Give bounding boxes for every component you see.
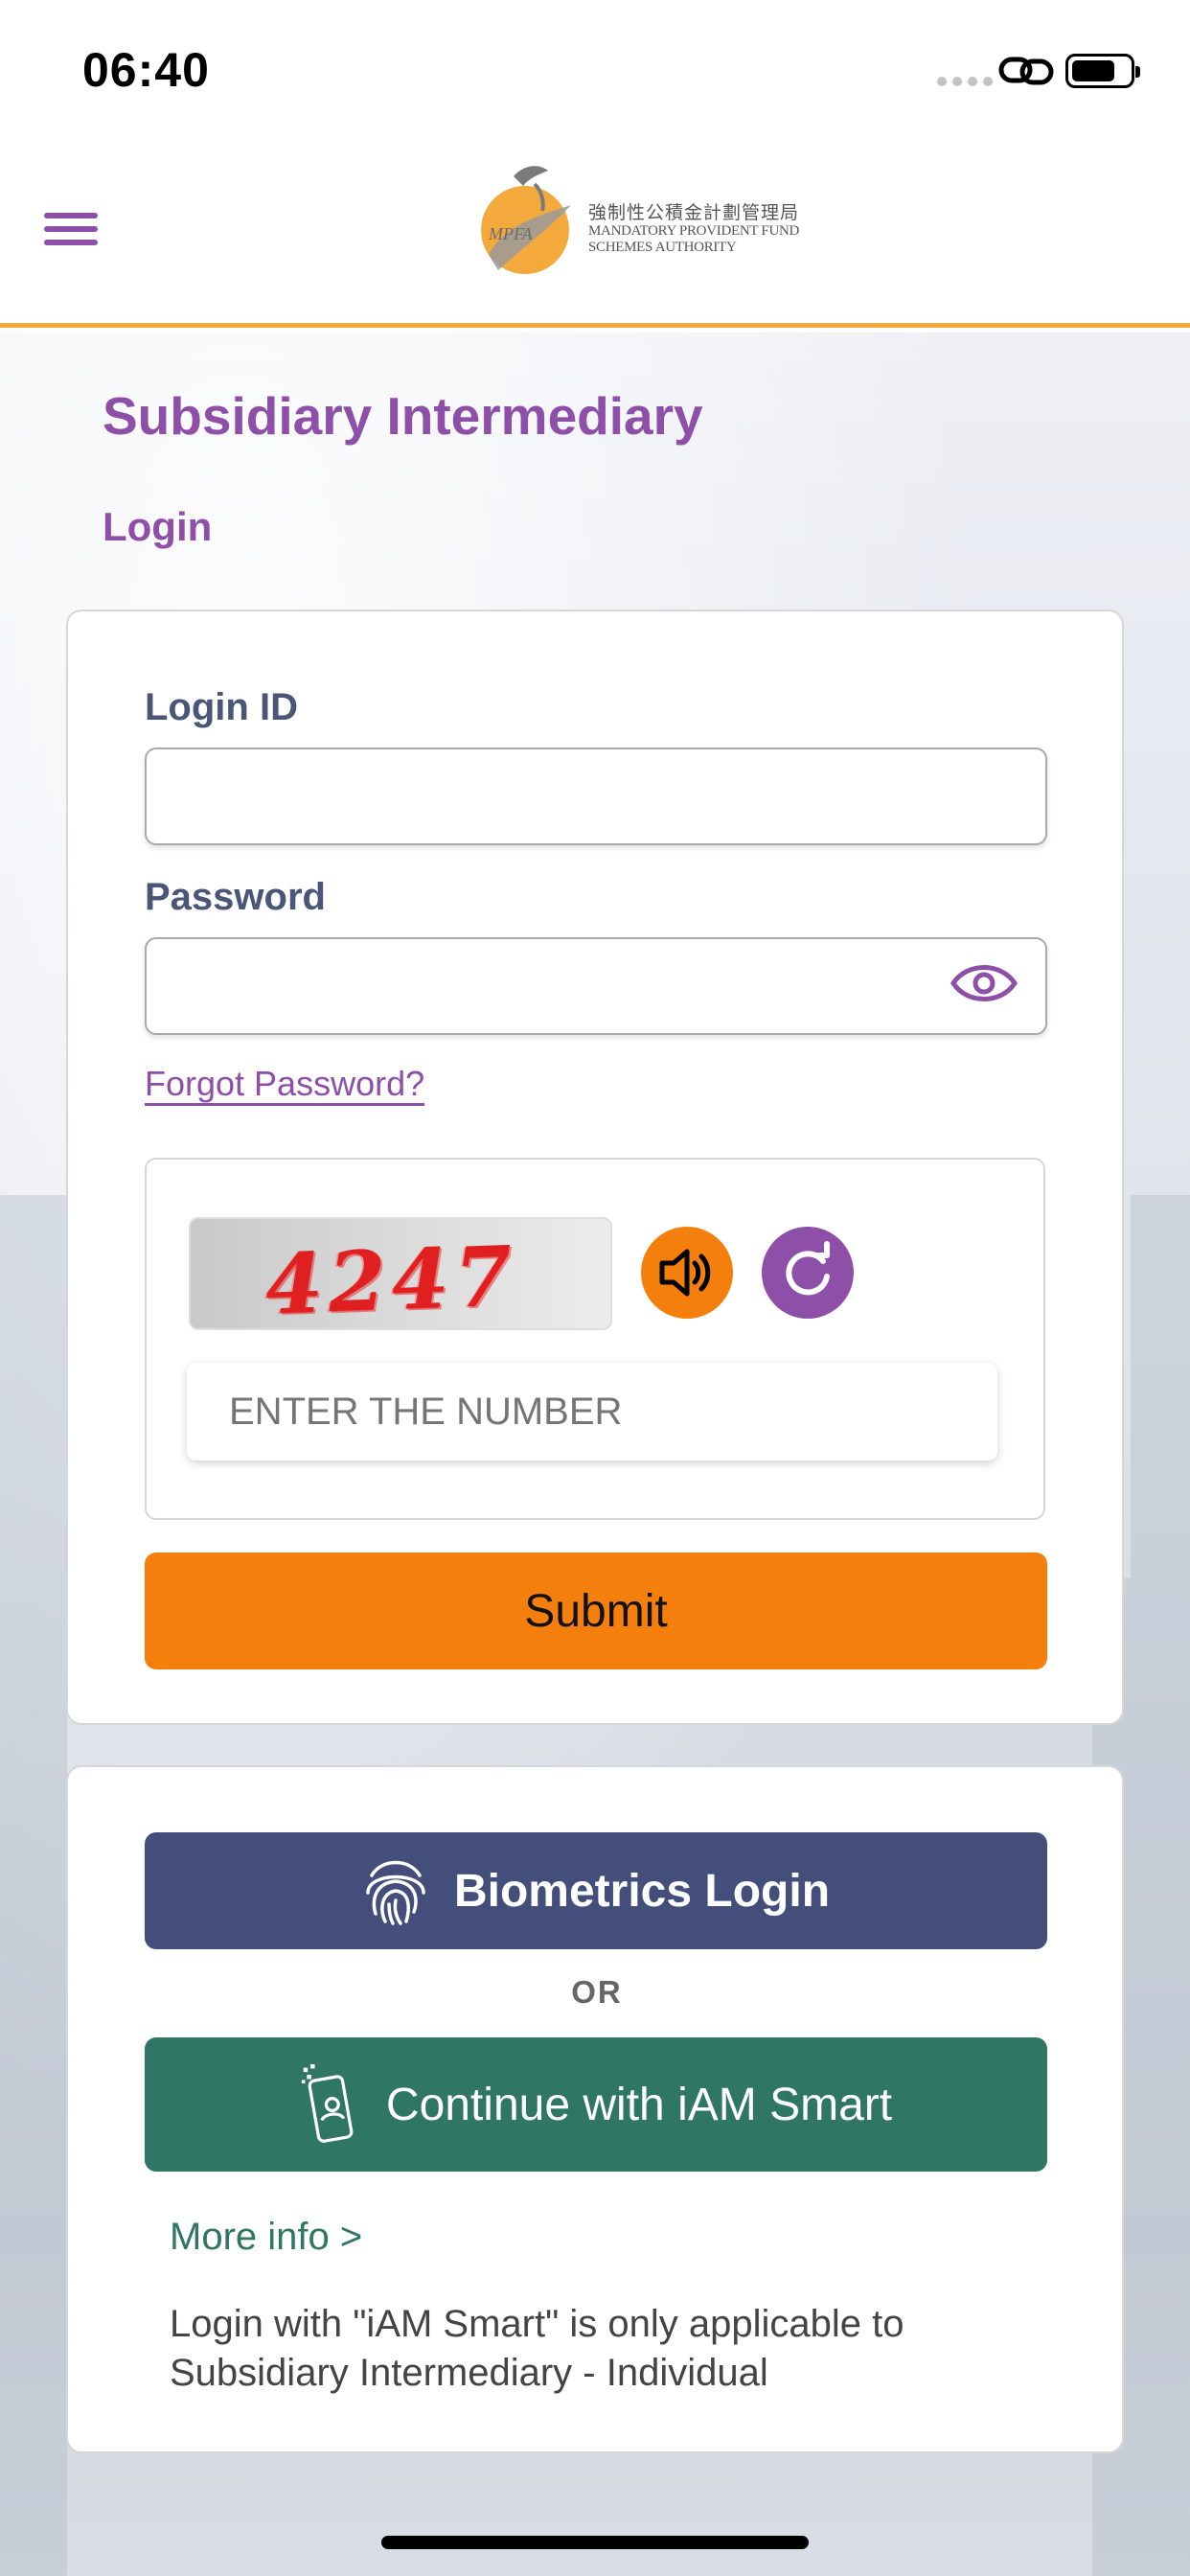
forgot-password-link[interactable]: Forgot Password? xyxy=(145,1064,424,1104)
speaker-icon xyxy=(659,1249,711,1297)
password-input[interactable] xyxy=(145,937,1047,1035)
fingerprint-icon xyxy=(366,1860,425,1925)
status-bar: 06:40 xyxy=(0,0,1190,134)
app-header: MPFA 強制性公積金計劃管理局 MANDATORY PROVIDENT FUN… xyxy=(0,134,1190,328)
captcha-input[interactable] xyxy=(187,1363,997,1460)
captcha-refresh-button[interactable] xyxy=(762,1227,854,1319)
logo-cn-text: 強制性公積金計劃管理局 xyxy=(588,203,800,223)
svg-text:MPFA: MPFA xyxy=(488,224,534,243)
logo-en-line1: MANDATORY PROVIDENT FUND xyxy=(588,223,800,240)
submit-button[interactable]: Submit xyxy=(145,1552,1047,1669)
status-time: 06:40 xyxy=(82,43,210,97)
or-divider-text: OR xyxy=(571,1974,623,2010)
logo-text: 強制性公積金計劃管理局 MANDATORY PROVIDENT FUND SCH… xyxy=(588,203,799,256)
phone-person-icon xyxy=(301,2063,354,2143)
captcha-audio-button[interactable] xyxy=(641,1227,733,1319)
login-id-label: Login ID xyxy=(145,686,298,728)
signal-icon xyxy=(937,77,993,86)
iam-smart-label: Continue with iAM Smart xyxy=(385,2079,893,2130)
iam-smart-note: Login with "iAM Smart" is only applicabl… xyxy=(170,2303,904,2394)
hamburger-menu-icon[interactable] xyxy=(44,213,98,251)
more-info-link[interactable]: More info > xyxy=(170,2216,362,2259)
refresh-icon xyxy=(786,1241,830,1296)
login-card: Login ID Password Forgot Password? 4247 … xyxy=(66,610,1124,1725)
submit-button-label: Submit xyxy=(524,1585,668,1637)
captcha-box: 4247 xyxy=(145,1158,1045,1520)
battery-icon xyxy=(1065,54,1140,88)
logo-en-line2: SCHEMES AUTHORITY xyxy=(588,240,737,256)
eye-icon[interactable] xyxy=(950,956,1018,1010)
link-icon xyxy=(998,57,1054,85)
page-title: Subsidiary Intermediary xyxy=(103,386,703,446)
biometrics-login-button[interactable]: Biometrics Login xyxy=(145,1832,1047,1949)
biometrics-login-label: Biometrics Login xyxy=(453,1865,831,1917)
page-subtitle: Login xyxy=(103,504,213,549)
login-id-input[interactable] xyxy=(145,748,1047,845)
iam-smart-button[interactable]: Continue with iAM Smart xyxy=(145,2037,1047,2172)
home-indicator[interactable] xyxy=(381,2536,809,2549)
password-label: Password xyxy=(145,876,326,918)
captcha-image: 4247 xyxy=(189,1217,612,1330)
alt-login-card: Biometrics Login OR Continue with iAM Sm… xyxy=(66,1765,1124,2453)
captcha-image-text: 4247 xyxy=(263,1228,520,1330)
